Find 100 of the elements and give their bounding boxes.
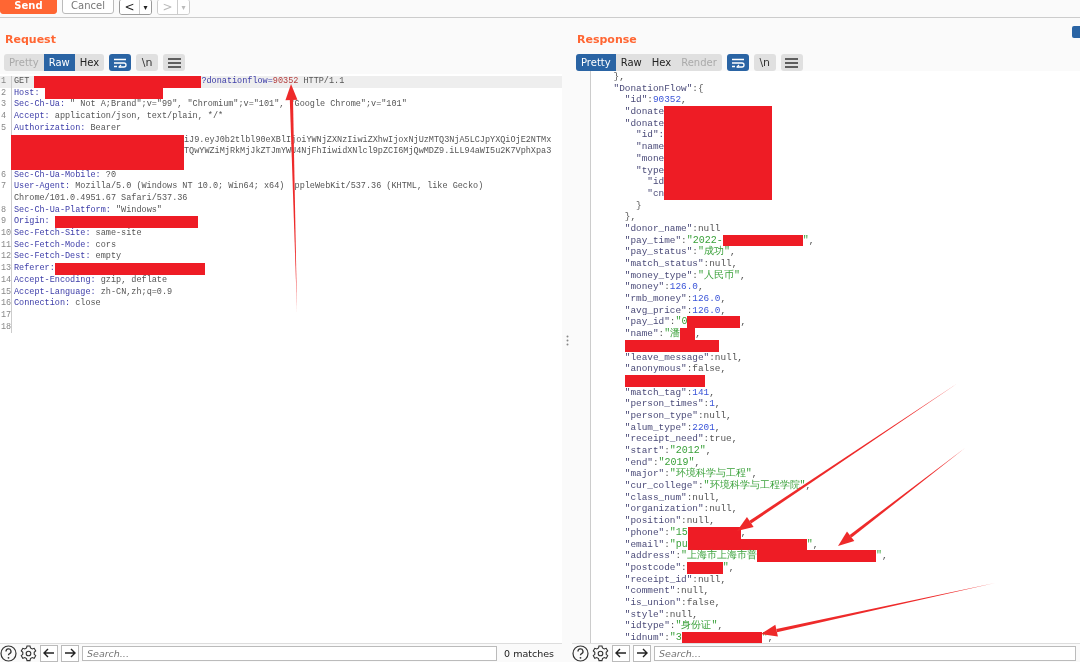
code-text: "email" <box>623 538 665 551</box>
code-text: "start" <box>623 445 665 457</box>
code-text: "leave_message" <box>623 351 710 364</box>
menu-button[interactable] <box>780 54 803 71</box>
search-field[interactable]: Search... <box>654 645 1076 661</box>
history-nav-button[interactable]: < <box>120 0 140 14</box>
code-text: "2019" <box>658 456 695 468</box>
view-tab[interactable]: Hex <box>646 54 677 71</box>
code-text: , <box>703 585 710 597</box>
code-text: "成功" <box>697 246 730 258</box>
code-text: " <box>806 538 813 551</box>
code-text: : <box>652 456 659 469</box>
line-number: 13 <box>0 263 12 275</box>
newline-toggle[interactable]: \n <box>753 54 776 71</box>
menu-button[interactable] <box>163 54 186 71</box>
code-text: , <box>740 316 747 329</box>
code-text: Authorization: <box>14 122 86 135</box>
view-tab[interactable]: Raw <box>615 54 647 71</box>
code-text: : <box>675 585 682 597</box>
code-text: null <box>714 351 738 364</box>
code-text: : <box>664 538 670 551</box>
code-text: : <box>703 433 710 445</box>
settings-icon[interactable] <box>592 644 609 662</box>
code-text: , <box>697 281 704 294</box>
code-text: "end" <box>623 456 653 469</box>
previous-match-button[interactable] <box>612 644 630 662</box>
code-text: "2022- <box>686 234 723 246</box>
code-text: 126.0 <box>692 304 721 317</box>
wrap-toggle[interactable] <box>109 54 132 71</box>
code-text: : <box>647 94 653 107</box>
code-text: null <box>681 585 704 597</box>
code-text: HTTP/1.1 <box>302 76 345 88</box>
code-text: , <box>739 269 746 282</box>
code-text: Mozilla/5.0 (Windows NT 10.0; Win64; x64) <box>74 181 285 193</box>
code-text: "id" <box>623 94 648 107</box>
code-text: , <box>694 456 701 468</box>
wrap-toggle[interactable] <box>726 54 749 71</box>
code-text: "is_union" <box>623 596 681 609</box>
code-text: "receipt_id" <box>623 573 693 586</box>
code-text: , <box>882 550 888 562</box>
settings-icon[interactable] <box>20 644 37 662</box>
code-text: zh-CN,zh;q=0.9 <box>100 286 173 299</box>
next-match-button[interactable] <box>61 644 79 662</box>
view-tab[interactable]: Raw <box>43 54 75 71</box>
code-text: null <box>709 258 732 270</box>
code-text: "donate <box>623 117 665 130</box>
code-text: : <box>664 526 670 539</box>
code-text: , <box>767 632 774 643</box>
code-text: , <box>805 480 812 492</box>
code-text: Sec-Fetch-Site: <box>14 228 91 240</box>
code-text: close <box>74 298 101 310</box>
code-text: " <box>876 550 883 562</box>
code-text: Sec-Ch-Ua: <box>14 99 65 111</box>
code-text: , <box>717 620 724 632</box>
code-text: : <box>692 246 698 258</box>
code-text: : <box>709 351 715 364</box>
code-text: "alum_type" <box>623 421 687 434</box>
code-text: , <box>720 304 727 317</box>
view-tab[interactable]: Hex <box>74 54 105 71</box>
menu-icon <box>167 57 181 68</box>
code-text: : <box>664 281 670 294</box>
code-text: , <box>714 398 721 410</box>
previous-match-button[interactable] <box>40 644 58 662</box>
code-text: : <box>669 620 676 632</box>
code-text: , <box>740 526 747 539</box>
code-text: ?donationflow= <box>201 76 273 88</box>
newline-toggle[interactable]: \n <box>136 54 159 71</box>
code-text: , <box>731 258 738 270</box>
drag-handle-icon[interactable] <box>565 334 569 346</box>
code-text: null <box>697 573 721 586</box>
view-tab[interactable]: Pretty <box>576 54 616 71</box>
code-text: "cn <box>646 187 665 200</box>
code-text: " <box>722 561 729 574</box>
help-icon[interactable] <box>572 644 589 662</box>
next-match-button[interactable] <box>633 644 651 662</box>
cancel-button[interactable]: Cancel <box>62 0 114 14</box>
code-text: ?0 <box>104 169 117 181</box>
code-text: "receipt_need" <box>623 433 704 445</box>
code-text: "pu <box>669 538 688 550</box>
code-text: "person_type" <box>623 409 698 422</box>
code-text: Referer: <box>14 263 55 275</box>
code-text: , <box>720 363 727 375</box>
line-number: 18 <box>0 321 12 334</box>
code-text: : <box>703 503 710 516</box>
code-text: "postcode" <box>623 561 681 574</box>
code-text: : <box>664 608 670 621</box>
code-text: : <box>686 421 693 434</box>
code-text: GET <box>14 76 31 88</box>
line-number: 1 <box>0 76 12 88</box>
code-text: : <box>703 258 710 270</box>
code-text: : <box>664 468 670 481</box>
code-text: 90352 <box>272 76 299 88</box>
code-text: ppleWebKit/537.36 (KHTML, like Gecko) <box>294 181 484 193</box>
wrap-icon <box>730 57 745 68</box>
help-icon[interactable] <box>0 644 17 662</box>
code-text: : <box>664 632 670 643</box>
code-text: , <box>692 608 698 620</box>
search-field[interactable]: Search... <box>82 645 498 661</box>
history-dropdown-button[interactable]: ▾ <box>140 0 151 14</box>
code-text: "donate <box>623 106 665 118</box>
